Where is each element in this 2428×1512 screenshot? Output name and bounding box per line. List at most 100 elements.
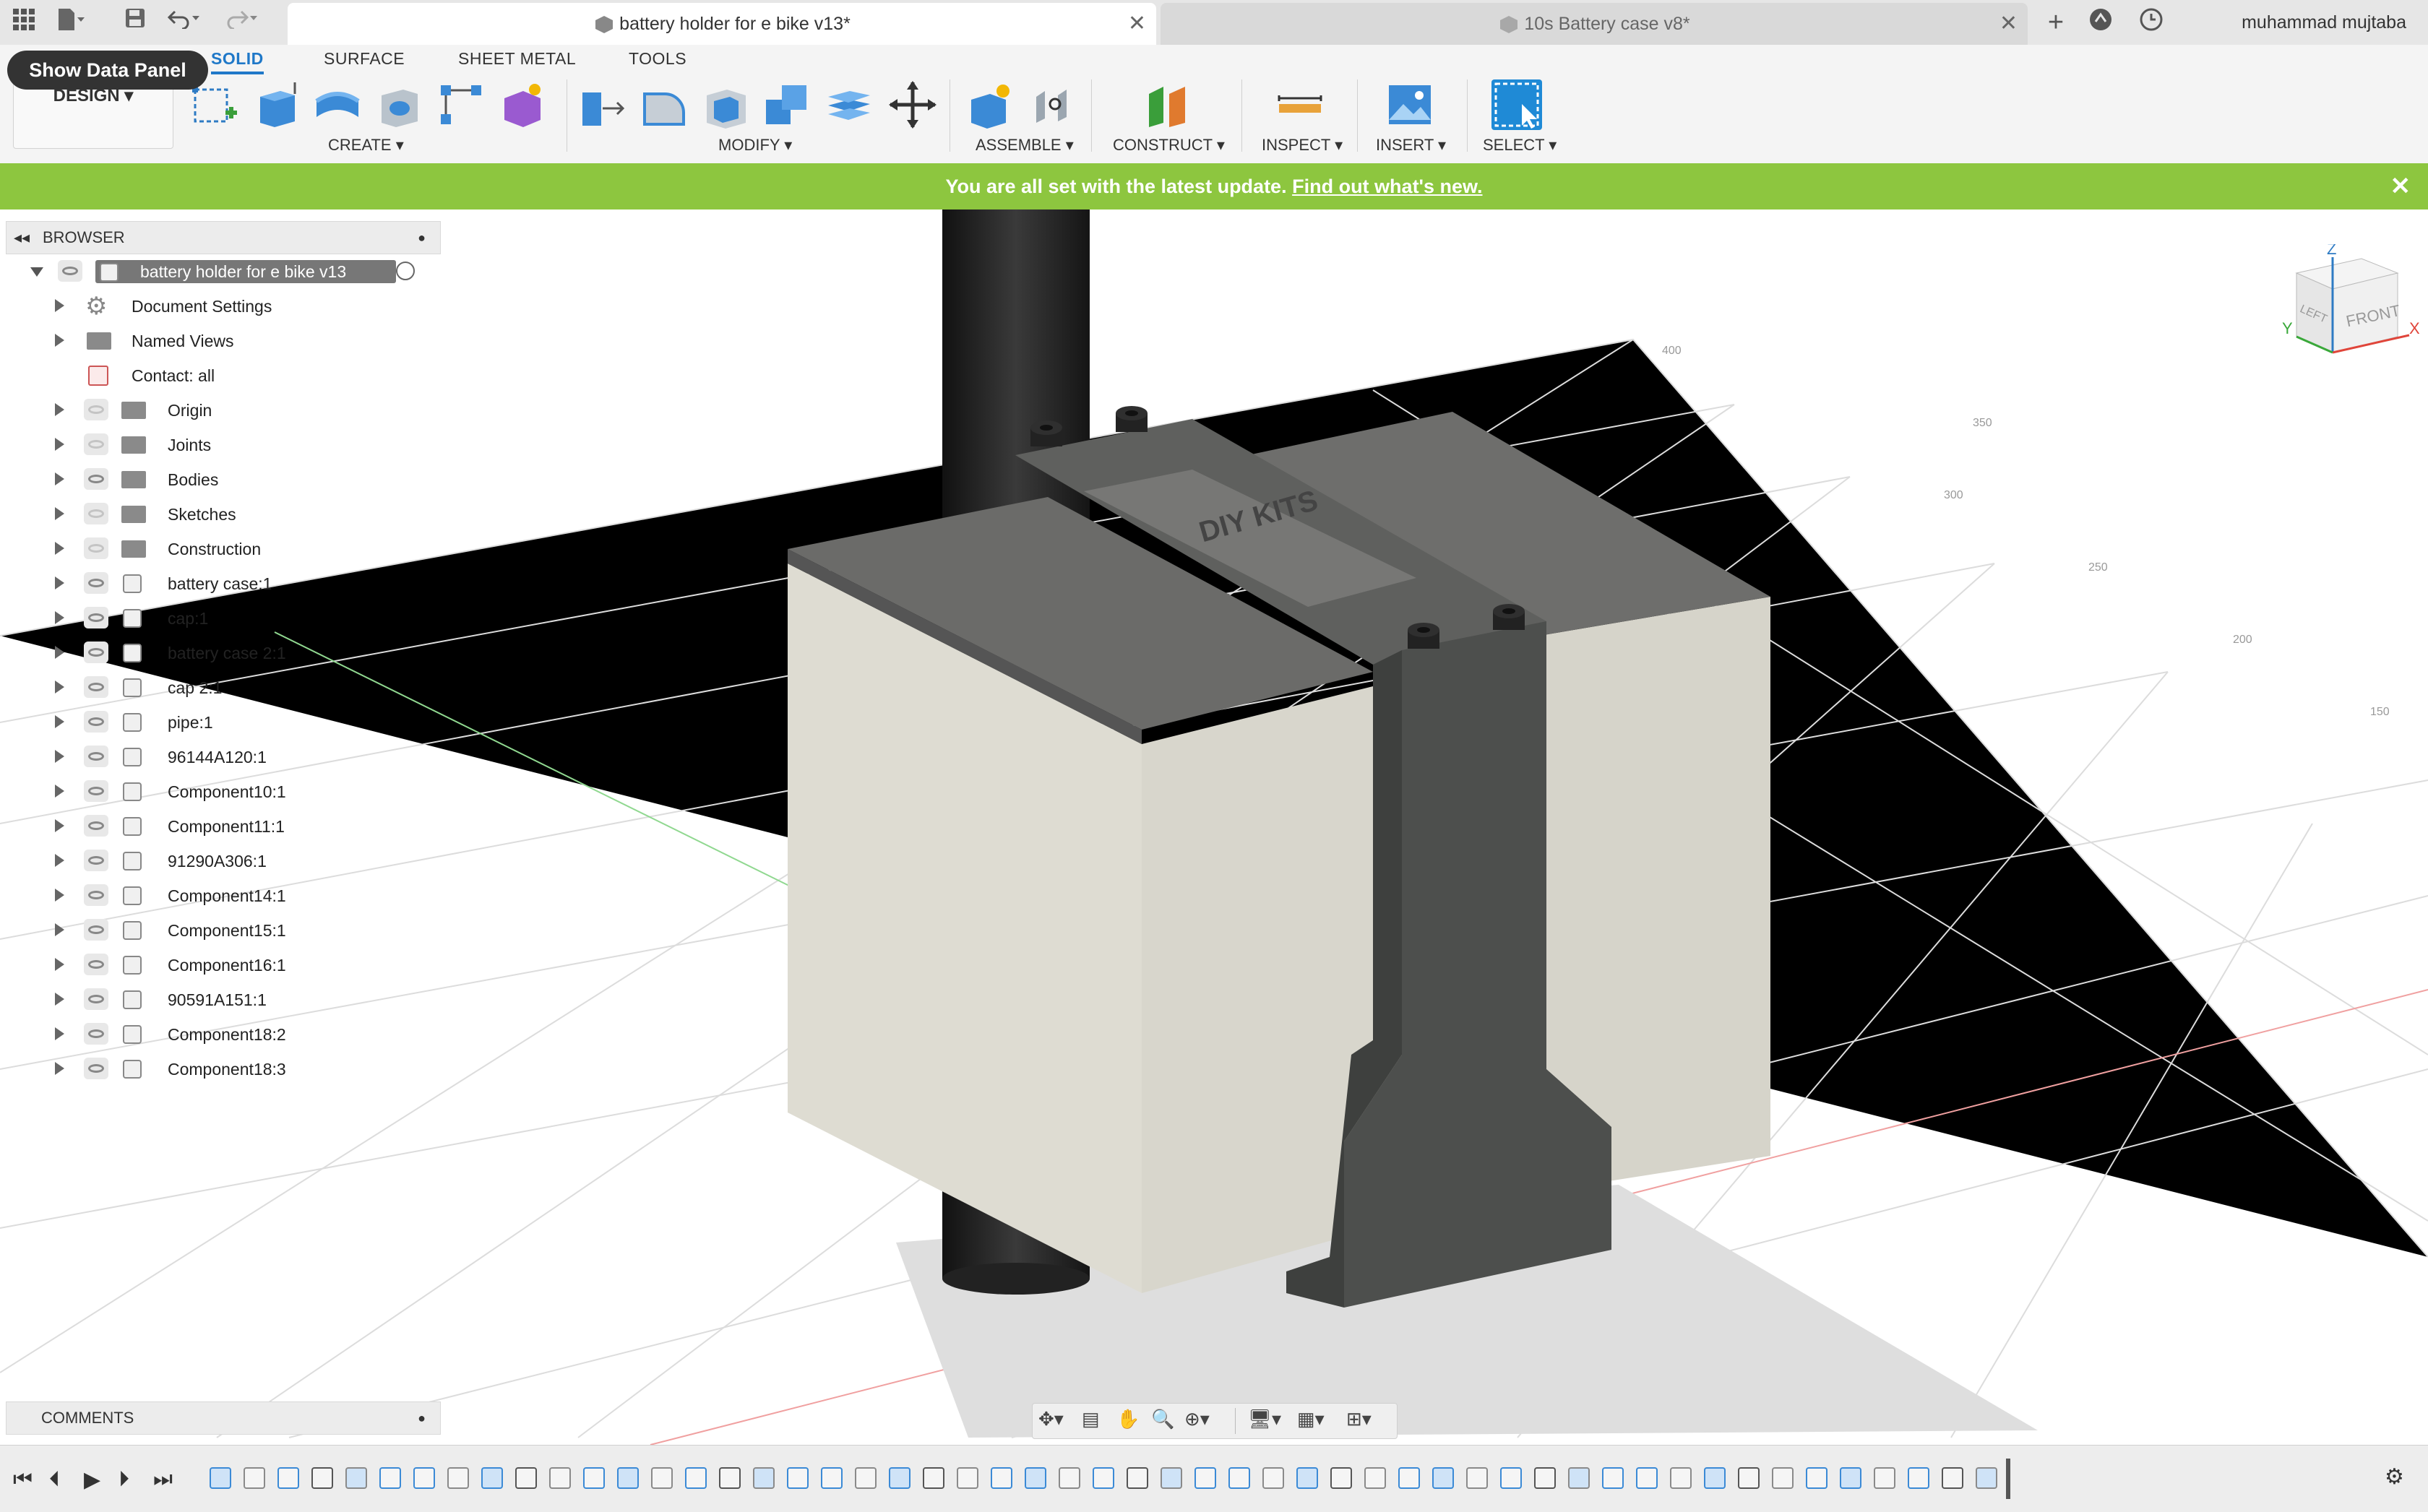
expand-toggle-icon[interactable] — [55, 750, 64, 763]
undo-icon[interactable] — [167, 7, 199, 38]
timeline-feature-icon[interactable] — [345, 1467, 367, 1489]
visibility-icon[interactable] — [84, 503, 108, 524]
timeline-feature-icon[interactable] — [1602, 1467, 1624, 1489]
timeline-feature-icon[interactable] — [991, 1467, 1012, 1489]
timeline-feature-icon[interactable] — [413, 1467, 435, 1489]
browser-item[interactable]: Named Views — [6, 325, 425, 357]
browser-item[interactable]: battery case 2:1 — [6, 637, 425, 669]
create-form-icon[interactable] — [497, 79, 548, 130]
browser-item[interactable]: Contact: all — [6, 360, 425, 392]
new-component-icon[interactable] — [965, 79, 1016, 130]
browser-item[interactable]: Component10:1 — [6, 776, 425, 808]
timeline-feature-icon[interactable] — [617, 1467, 639, 1489]
visibility-icon[interactable] — [84, 537, 108, 559]
expand-toggle-icon[interactable] — [55, 646, 64, 659]
browser-item[interactable]: Component18:3 — [6, 1053, 425, 1085]
timeline-feature-icon[interactable] — [1466, 1467, 1488, 1489]
select-menu[interactable]: SELECT ▾ — [1483, 136, 1557, 155]
activate-radio-icon[interactable] — [396, 262, 415, 280]
timeline-feature-icon[interactable] — [1127, 1467, 1148, 1489]
app-grid-icon[interactable] — [9, 7, 39, 38]
move-copy-icon[interactable] — [887, 79, 938, 130]
browser-item[interactable]: pipe:1 — [6, 707, 425, 738]
browser-item[interactable]: Joints — [6, 429, 425, 461]
look-at-icon[interactable]: ▤ — [1082, 1408, 1100, 1430]
visibility-icon[interactable] — [84, 919, 108, 941]
browser-item[interactable]: cap:1 — [6, 602, 425, 634]
timeline-feature-icon[interactable] — [1398, 1467, 1420, 1489]
browser-item[interactable]: Construction — [6, 533, 425, 565]
expand-toggle-icon[interactable] — [55, 611, 64, 624]
expand-toggle-icon[interactable] — [55, 785, 64, 798]
visibility-icon[interactable] — [58, 260, 82, 282]
tab-sheet-metal[interactable]: SHEET METAL — [458, 49, 576, 69]
timeline-feature-icon[interactable] — [481, 1467, 503, 1489]
browser-item[interactable]: 91290A306:1 — [6, 845, 425, 877]
viewcube[interactable]: FRONT LEFT Z X Y — [2282, 240, 2420, 371]
viewports-icon[interactable]: ⊞▾ — [1346, 1408, 1372, 1430]
grid-settings-icon[interactable]: ▦▾ — [1297, 1408, 1325, 1430]
visibility-icon[interactable] — [84, 433, 108, 455]
browser-item[interactable]: Sketches — [6, 498, 425, 530]
timeline-feature-icon[interactable] — [923, 1467, 944, 1489]
save-icon[interactable] — [120, 7, 150, 38]
browser-item[interactable]: Component15:1 — [6, 915, 425, 946]
timeline-feature-icon[interactable] — [210, 1467, 231, 1489]
timeline-feature-icon[interactable] — [821, 1467, 843, 1489]
press-pull-icon[interactable] — [577, 79, 627, 130]
timeline-feature-icon[interactable] — [651, 1467, 673, 1489]
expand-toggle-icon[interactable] — [55, 993, 64, 1006]
timeline-feature-icon[interactable] — [311, 1467, 333, 1489]
expand-toggle-icon[interactable] — [55, 1027, 64, 1040]
browser-item[interactable]: Bodies — [6, 464, 425, 496]
timeline-feature-icon[interactable] — [1194, 1467, 1216, 1489]
expand-toggle-icon[interactable] — [55, 889, 64, 902]
visibility-icon[interactable] — [84, 850, 108, 871]
expand-toggle-icon[interactable] — [55, 576, 64, 589]
visibility-icon[interactable] — [84, 711, 108, 733]
visibility-icon[interactable] — [84, 815, 108, 837]
timeline-feature-icon[interactable] — [1534, 1467, 1556, 1489]
browser-item[interactable]: 90591A151:1 — [6, 984, 425, 1016]
timeline-feature-icon[interactable] — [1093, 1467, 1114, 1489]
timeline-feature-icon[interactable] — [1636, 1467, 1658, 1489]
tab-tools[interactable]: TOOLS — [629, 49, 686, 69]
expand-toggle-icon[interactable] — [55, 438, 64, 451]
collapse-panel-icon[interactable]: ◂◂ — [14, 222, 30, 254]
visibility-icon[interactable] — [84, 641, 108, 663]
browser-item[interactable]: 96144A120:1 — [6, 741, 425, 773]
timeline-feature-icon[interactable] — [1806, 1467, 1828, 1489]
expand-toggle-icon[interactable] — [55, 681, 64, 694]
timeline-feature-icon[interactable] — [1840, 1467, 1861, 1489]
timeline-feature-icon[interactable] — [1500, 1467, 1522, 1489]
close-tab-icon[interactable]: ✕ — [1128, 3, 1146, 45]
browser-root-item[interactable]: battery holder for e bike v13 — [6, 256, 425, 288]
expand-toggle-icon[interactable] — [30, 267, 43, 283]
redo-icon[interactable] — [225, 7, 257, 38]
workspace-switcher[interactable]: DESIGN ▾ — [13, 82, 173, 149]
whats-new-link[interactable]: Find out what's new. — [1292, 176, 1482, 197]
expand-toggle-icon[interactable] — [55, 472, 64, 485]
timeline-feature-icon[interactable] — [1059, 1467, 1080, 1489]
visibility-icon[interactable] — [84, 780, 108, 802]
joint-icon[interactable] — [1029, 79, 1080, 130]
tab-surface[interactable]: SURFACE — [324, 49, 405, 69]
file-menu-icon[interactable] — [55, 7, 85, 38]
modify-menu[interactable]: MODIFY ▾ — [718, 136, 792, 155]
timeline-feature-icon[interactable] — [1330, 1467, 1352, 1489]
select-icon[interactable] — [1491, 79, 1542, 130]
visibility-icon[interactable] — [84, 746, 108, 767]
timeline-feature-icon[interactable] — [1228, 1467, 1250, 1489]
comments-pin-icon[interactable]: ● — [418, 1402, 426, 1434]
go-to-start-icon[interactable]: ⏮ — [13, 1467, 33, 1492]
browser-item[interactable]: Component11:1 — [6, 811, 425, 842]
timeline-feature-icon[interactable] — [957, 1467, 978, 1489]
visibility-icon[interactable] — [84, 676, 108, 698]
browser-item[interactable]: Component16:1 — [6, 949, 425, 981]
visibility-icon[interactable] — [84, 884, 108, 906]
display-settings-icon[interactable]: 🖥▾ — [1248, 1408, 1281, 1430]
timeline-feature-icon[interactable] — [719, 1467, 741, 1489]
expand-toggle-icon[interactable] — [55, 923, 64, 936]
timeline-feature-icon[interactable] — [1296, 1467, 1318, 1489]
timeline-feature-icon[interactable] — [855, 1467, 877, 1489]
